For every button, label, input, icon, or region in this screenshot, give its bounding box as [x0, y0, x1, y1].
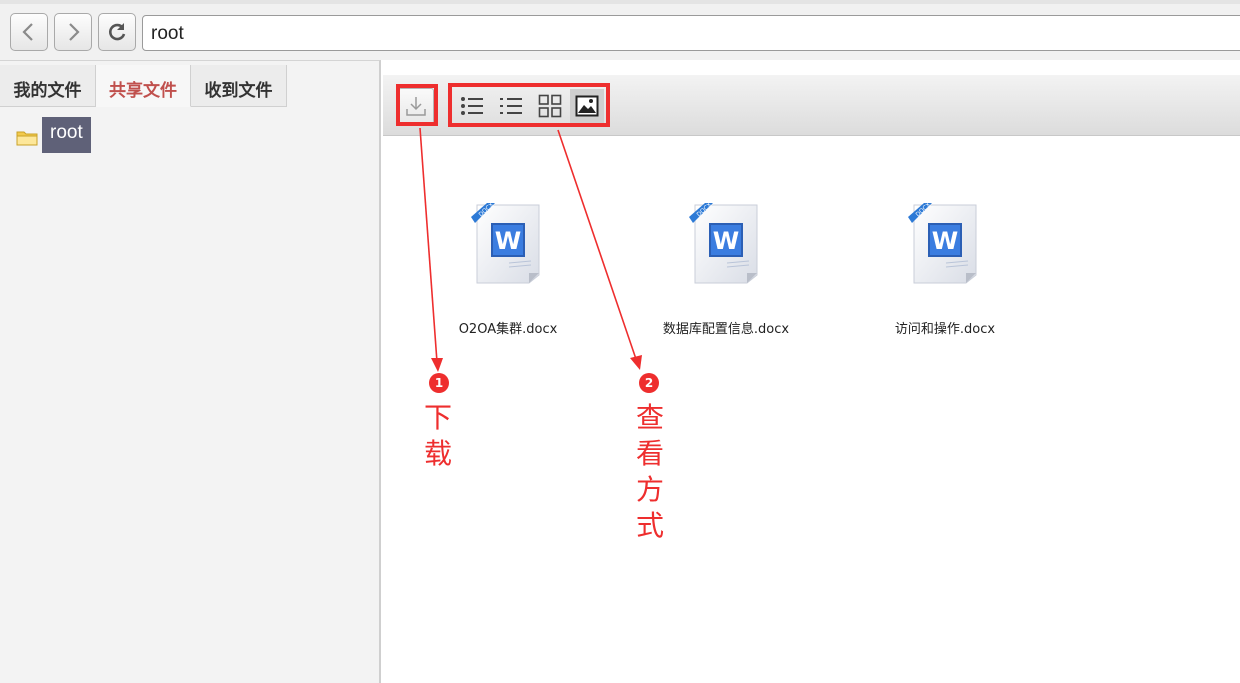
download-highlight-box: [396, 84, 438, 126]
sidebar-tabs: 我的文件 共享文件 收到文件: [0, 61, 381, 107]
word-docx-icon: DOCX W: [908, 201, 977, 284]
file-item[interactable]: DOCX W 数据库配置信息.docx: [641, 201, 811, 351]
sidebar: 我的文件 共享文件 收到文件 root: [0, 60, 381, 683]
annotation-badge-2: 2: [639, 373, 659, 393]
file-name: 数据库配置信息.docx: [662, 322, 790, 337]
chevron-left-icon: [22, 23, 33, 41]
navigation-bar: root: [0, 0, 1240, 60]
annotation-label-1: 下载: [423, 401, 452, 470]
back-button[interactable]: [10, 13, 48, 51]
tab-shared-files[interactable]: 共享文件: [96, 65, 191, 107]
file-name: O2OA集群.docx: [458, 322, 558, 337]
word-docx-icon: DOCX W: [471, 201, 540, 284]
file-name: 访问和操作.docx: [894, 322, 996, 337]
file-item[interactable]: DOCX W O2OA集群.docx: [423, 201, 593, 351]
annotation-label-2: 查看方式: [635, 401, 664, 542]
refresh-button[interactable]: [98, 13, 136, 51]
address-field[interactable]: root: [142, 15, 1240, 51]
forward-button[interactable]: [54, 13, 92, 51]
tree-item-label: root: [42, 117, 91, 153]
file-item[interactable]: DOCX W 访问和操作.docx: [860, 201, 1030, 351]
view-mode-highlight-box: [448, 83, 610, 127]
refresh-icon: [109, 23, 126, 41]
file-view: DOCX W O2OA集群.docx DOCX W 数据库配置信息.docx D…: [383, 75, 1240, 683]
svg-text:W: W: [932, 227, 958, 255]
chevron-right-icon: [69, 23, 80, 41]
annotation-badge-1: 1: [429, 373, 449, 393]
svg-text:W: W: [495, 227, 521, 255]
tab-received-files[interactable]: 收到文件: [191, 65, 287, 107]
svg-text:W: W: [713, 227, 739, 255]
folder-icon: [16, 131, 38, 146]
word-docx-icon: DOCX W: [689, 201, 758, 284]
tab-my-files[interactable]: 我的文件: [0, 65, 96, 107]
